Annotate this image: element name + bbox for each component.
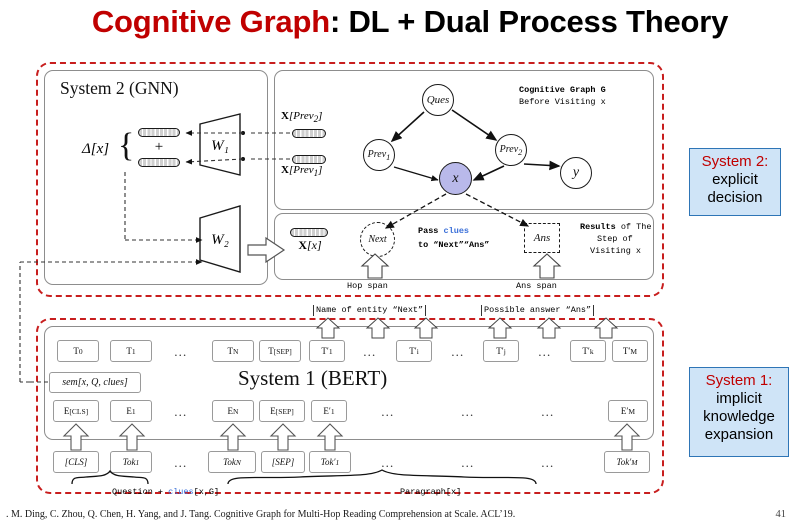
title-accent: Cognitive Graph bbox=[91, 4, 330, 39]
question-clues-label: Question + clues[x,G] bbox=[112, 487, 219, 498]
graph-caption-line2: Before Visiting x bbox=[519, 97, 606, 107]
embed-dots-1: … bbox=[173, 404, 189, 419]
token-dots-4: … bbox=[537, 344, 553, 359]
x-prev1-vector bbox=[292, 155, 326, 164]
token-dots-3: … bbox=[450, 344, 466, 359]
embed-dots-4: … bbox=[540, 404, 556, 419]
token-Tjp: T′ j bbox=[483, 340, 519, 362]
embed-ECLS: E [CLS] bbox=[53, 400, 99, 422]
paragraph-label: Paragraph[x] bbox=[400, 487, 462, 497]
plus-sign: + bbox=[154, 139, 164, 155]
graph-node-y: y bbox=[560, 157, 592, 189]
system2-panel-title: System 2 (GNN) bbox=[60, 78, 179, 98]
graph-node-prev1: Prev1 bbox=[363, 139, 395, 171]
x-prev1-label: X[Prev1] bbox=[281, 164, 323, 179]
w2-trapezoid: W₂ bbox=[198, 204, 242, 274]
embed-E1: E1 bbox=[110, 400, 152, 422]
w1-trapezoid: W₁ bbox=[198, 112, 242, 177]
input-TokN: Tok N bbox=[208, 451, 256, 473]
graph-caption-line1: Cognitive Graph G bbox=[519, 85, 606, 95]
x-of-x-vector bbox=[290, 228, 328, 237]
page-title: Cognitive Graph: DL + Dual Process Theor… bbox=[40, 4, 780, 48]
input-dots-3: … bbox=[460, 455, 476, 470]
citation-footer: . M. Ding, C. Zhou, Q. Chen, H. Yang, an… bbox=[6, 509, 516, 520]
name-of-entity-label: Name of entity “Next” bbox=[313, 305, 427, 316]
delta-brace: { bbox=[118, 127, 135, 164]
results-caption-bold: Results bbox=[580, 222, 616, 232]
token-TN: TN bbox=[212, 340, 254, 362]
pass-pre: Pass bbox=[418, 226, 444, 236]
possible-answer-label: Possible answer “Ans” bbox=[481, 305, 595, 316]
pass-clues-line1: Pass clues bbox=[418, 226, 469, 237]
w1-label: W₁ bbox=[211, 138, 229, 154]
results-caption-line2: Step of bbox=[597, 234, 633, 244]
graph-node-x: x bbox=[439, 162, 472, 195]
embed-EMp: E′ M bbox=[608, 400, 648, 422]
callout-system1: System 1: implicit knowledge expansion bbox=[689, 367, 789, 457]
input-Tok1: Tok 1 bbox=[110, 451, 152, 473]
embed-E1p: E′ 1 bbox=[311, 400, 347, 422]
delta-vector-bottom bbox=[138, 158, 180, 167]
token-T1p: T′ 1 bbox=[309, 340, 345, 362]
system1-panel-title: System 1 (BERT) bbox=[238, 366, 388, 390]
w2-label: W₂ bbox=[211, 232, 229, 248]
input-dots-1: … bbox=[173, 455, 189, 470]
token-TMp: T′ M bbox=[612, 340, 648, 362]
page-number: 41 bbox=[775, 509, 787, 520]
input-SEP: [SEP] bbox=[261, 451, 305, 473]
input-CLS: [CLS] bbox=[53, 451, 99, 473]
title-rest: : DL + Dual Process Theory bbox=[329, 4, 729, 39]
input-dots-4: … bbox=[540, 455, 556, 470]
callout-system1-l3: expansion bbox=[704, 426, 774, 443]
embed-ESEP: E [SEP] bbox=[259, 400, 305, 422]
prev1-text: Prev1 bbox=[367, 148, 391, 162]
graph-node-prev2: Prev2 bbox=[495, 134, 527, 166]
delta-vector-top bbox=[138, 128, 180, 137]
input-TokMp: Tok′ M bbox=[604, 451, 650, 473]
callout-system2-head: System 2: bbox=[701, 153, 769, 170]
token-dots-2: … bbox=[362, 344, 378, 359]
callout-system1-head: System 1: bbox=[705, 372, 773, 389]
token-Tkp: T′ k bbox=[570, 340, 606, 362]
question-pre: Question + bbox=[112, 487, 169, 497]
token-Tip: T′ i bbox=[396, 340, 432, 362]
token-T0: T0 bbox=[57, 340, 99, 362]
token-dots-1: … bbox=[173, 344, 189, 359]
input-Tok1p: Tok′ 1 bbox=[309, 451, 351, 473]
ans-span-label: Ans span bbox=[516, 281, 557, 291]
x-of-x-label: X[x] bbox=[298, 238, 322, 252]
results-caption-line1: Results of The bbox=[580, 222, 651, 233]
pass-clues-line2: to “Next”“Ans” bbox=[418, 240, 490, 250]
graph-node-ques: Ques bbox=[422, 84, 454, 116]
token-TSEP: T [SEP] bbox=[259, 340, 301, 362]
sem-box: sem[x, Q, clues] bbox=[49, 372, 141, 393]
x-prev2-vector bbox=[292, 129, 326, 138]
callout-system1-l1: implicit bbox=[716, 390, 762, 407]
embed-dots-2: … bbox=[380, 404, 396, 419]
results-caption-rest: of The bbox=[615, 222, 652, 232]
results-caption-line3: Visiting x bbox=[590, 246, 642, 256]
next-node: Next bbox=[360, 222, 395, 257]
embed-dots-3: … bbox=[460, 404, 476, 419]
question-post: [x,G] bbox=[193, 487, 220, 497]
callout-system2: System 2: explicit decision bbox=[689, 148, 781, 216]
x-prev2-label: X[Prev2] bbox=[281, 110, 323, 125]
input-dots-2: … bbox=[380, 455, 396, 470]
question-clues-word: clues bbox=[168, 487, 194, 497]
callout-system2-l2: decision bbox=[707, 189, 763, 206]
prev2-text: Prev2 bbox=[499, 143, 523, 157]
slide-canvas: Cognitive Graph: DL + Dual Process Theor… bbox=[0, 0, 800, 529]
embed-EN: EN bbox=[212, 400, 254, 422]
ans-node: Ans bbox=[524, 223, 560, 253]
callout-system1-l2: knowledge bbox=[703, 408, 775, 425]
token-T1: T1 bbox=[110, 340, 152, 362]
hop-span-label: Hop span bbox=[347, 281, 388, 291]
pass-clues-word: clues bbox=[443, 226, 470, 236]
callout-system2-l1: explicit bbox=[712, 171, 758, 188]
delta-label: Δ[x] bbox=[82, 141, 110, 157]
